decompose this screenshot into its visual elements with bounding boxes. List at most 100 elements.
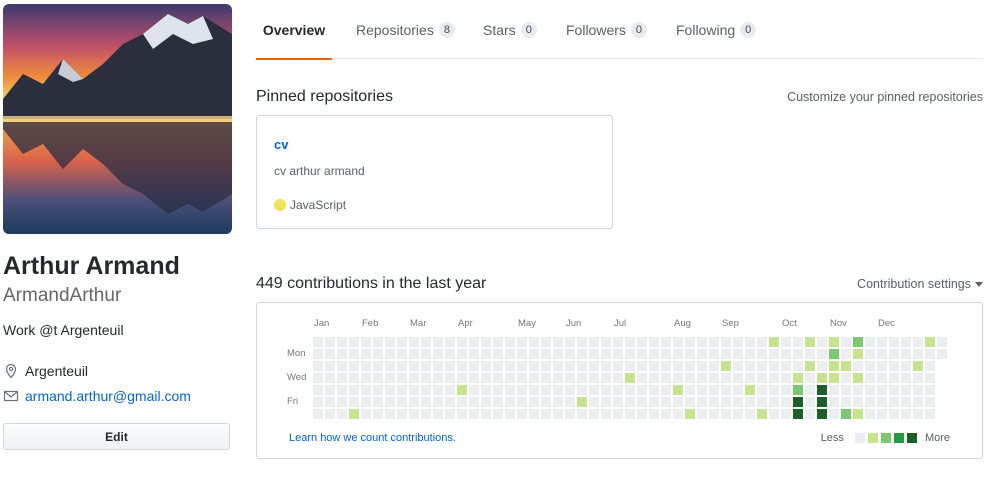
contribution-cell[interactable]	[469, 373, 479, 383]
contribution-cell[interactable]	[529, 385, 539, 395]
contribution-cell[interactable]	[697, 409, 707, 419]
contribution-cell[interactable]	[397, 397, 407, 407]
contribution-cell[interactable]	[577, 349, 587, 359]
contribution-cell[interactable]	[361, 409, 371, 419]
tab-overview[interactable]: Overview	[256, 0, 332, 60]
contribution-cell[interactable]	[685, 409, 695, 419]
contribution-cell[interactable]	[697, 385, 707, 395]
contribution-cell[interactable]	[541, 397, 551, 407]
contribution-cell[interactable]	[733, 409, 743, 419]
contribution-cell[interactable]	[673, 385, 683, 395]
email-link[interactable]: armand.arthur@gmail.com	[25, 388, 191, 404]
contribution-cell[interactable]	[373, 397, 383, 407]
contribution-cell[interactable]	[397, 361, 407, 371]
contribution-cell[interactable]	[733, 385, 743, 395]
contribution-cell[interactable]	[397, 349, 407, 359]
contribution-cell[interactable]	[469, 409, 479, 419]
contribution-cell[interactable]	[901, 349, 911, 359]
contribution-cell[interactable]	[733, 397, 743, 407]
contribution-cell[interactable]	[505, 385, 515, 395]
contribution-cell[interactable]	[853, 361, 863, 371]
contribution-cell[interactable]	[457, 337, 467, 347]
pinned-repo-name[interactable]: cv	[274, 137, 288, 152]
contribution-cell[interactable]	[841, 397, 851, 407]
contribution-cell[interactable]	[685, 385, 695, 395]
contribution-cell[interactable]	[817, 361, 827, 371]
contribution-cell[interactable]	[325, 361, 335, 371]
contribution-cell[interactable]	[685, 349, 695, 359]
contribution-cell[interactable]	[625, 337, 635, 347]
contribution-cell[interactable]	[925, 349, 935, 359]
contribution-cell[interactable]	[637, 373, 647, 383]
contribution-cell[interactable]	[445, 385, 455, 395]
contribution-cell[interactable]	[877, 397, 887, 407]
contribution-cell[interactable]	[493, 337, 503, 347]
contribution-cell[interactable]	[517, 409, 527, 419]
contribution-cell[interactable]	[769, 361, 779, 371]
contribution-cell[interactable]	[685, 337, 695, 347]
contribution-cell[interactable]	[709, 385, 719, 395]
contribution-cell[interactable]	[577, 337, 587, 347]
contribution-cell[interactable]	[721, 337, 731, 347]
contribution-cell[interactable]	[913, 373, 923, 383]
contribution-cell[interactable]	[421, 385, 431, 395]
contribution-cell[interactable]	[421, 337, 431, 347]
contribution-cell[interactable]	[505, 349, 515, 359]
contribution-cell[interactable]	[457, 397, 467, 407]
contribution-cell[interactable]	[553, 385, 563, 395]
contribution-cell[interactable]	[889, 349, 899, 359]
contribution-cell[interactable]	[757, 373, 767, 383]
contribution-cell[interactable]	[757, 337, 767, 347]
contribution-cell[interactable]	[841, 361, 851, 371]
contribution-cell[interactable]	[745, 373, 755, 383]
contribution-cell[interactable]	[385, 337, 395, 347]
contribution-cell[interactable]	[457, 409, 467, 419]
contribution-cell[interactable]	[817, 373, 827, 383]
contribution-cell[interactable]	[889, 409, 899, 419]
contribution-cell[interactable]	[805, 409, 815, 419]
contribution-cell[interactable]	[877, 337, 887, 347]
contribution-cell[interactable]	[913, 397, 923, 407]
contribution-cell[interactable]	[433, 373, 443, 383]
contribution-cell[interactable]	[385, 385, 395, 395]
contribution-cell[interactable]	[565, 349, 575, 359]
contribution-cell[interactable]	[829, 349, 839, 359]
contribution-cell[interactable]	[817, 337, 827, 347]
contribution-cell[interactable]	[361, 349, 371, 359]
contribution-cell[interactable]	[313, 349, 323, 359]
contribution-cell[interactable]	[793, 385, 803, 395]
contribution-cell[interactable]	[661, 397, 671, 407]
contribution-cell[interactable]	[625, 409, 635, 419]
contribution-cell[interactable]	[505, 361, 515, 371]
contribution-cell[interactable]	[313, 385, 323, 395]
contribution-cell[interactable]	[889, 385, 899, 395]
contribution-cell[interactable]	[445, 349, 455, 359]
contribution-cell[interactable]	[637, 337, 647, 347]
contribution-cell[interactable]	[433, 361, 443, 371]
contribution-cell[interactable]	[349, 349, 359, 359]
contribution-cell[interactable]	[613, 337, 623, 347]
contribution-cell[interactable]	[541, 409, 551, 419]
contribution-cell[interactable]	[469, 385, 479, 395]
contribution-cell[interactable]	[913, 385, 923, 395]
contribution-cell[interactable]	[601, 385, 611, 395]
contribution-cell[interactable]	[673, 409, 683, 419]
contribution-cell[interactable]	[697, 397, 707, 407]
contribution-cell[interactable]	[757, 361, 767, 371]
contribution-cell[interactable]	[481, 349, 491, 359]
contribution-cell[interactable]	[697, 337, 707, 347]
contribution-cell[interactable]	[829, 409, 839, 419]
contribution-cell[interactable]	[553, 349, 563, 359]
contribution-cell[interactable]	[337, 349, 347, 359]
customize-pinned-link[interactable]: Customize your pinned repositories	[787, 90, 983, 104]
contribution-cell[interactable]	[673, 361, 683, 371]
contribution-cell[interactable]	[769, 397, 779, 407]
contribution-cell[interactable]	[901, 337, 911, 347]
contribution-cell[interactable]	[853, 373, 863, 383]
contribution-cell[interactable]	[889, 397, 899, 407]
contribution-cell[interactable]	[433, 397, 443, 407]
contribution-cell[interactable]	[481, 337, 491, 347]
edit-profile-button[interactable]: Edit	[3, 423, 230, 450]
contribution-cell[interactable]	[817, 409, 827, 419]
contribution-cell[interactable]	[409, 385, 419, 395]
